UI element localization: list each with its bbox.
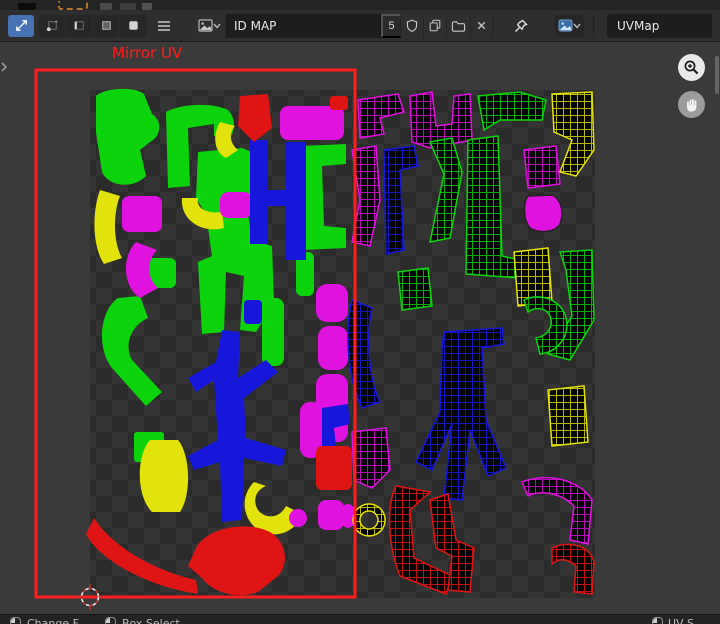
vertex-select-icon <box>46 20 57 32</box>
user-count-button[interactable]: 5 <box>381 13 401 38</box>
zoom-in-button[interactable] <box>678 54 705 81</box>
status-hint-change-frame: Change F <box>27 617 79 624</box>
edge-select-button[interactable] <box>66 14 92 37</box>
mirror-uv-label: Mirror UV <box>112 44 183 62</box>
uvmap-name-field[interactable]: UVMap <box>607 13 712 38</box>
toolbar-fragment-icon <box>18 3 36 10</box>
mouse-middle-icon <box>651 617 663 624</box>
selection-mode-group <box>39 14 146 37</box>
image-datablock: ID MAP 5 <box>194 13 493 38</box>
hamburger-menu-icon <box>158 20 170 31</box>
mouse-drag-icon <box>104 617 116 624</box>
vertical-scrollbar[interactable] <box>715 56 719 94</box>
mouse-left-icon <box>10 617 21 624</box>
editor-menu-button[interactable] <box>151 15 177 37</box>
toolbar-fragment-icon <box>100 3 112 10</box>
close-icon <box>477 21 486 30</box>
status-bar: Change F Box Select UV S <box>0 614 720 624</box>
unlink-image-button[interactable] <box>471 13 493 38</box>
island-select-icon <box>128 21 138 30</box>
blender-uv-editor-window: Mirror UV ID MAP 5 UVMap Change F Box Se… <box>0 0 720 624</box>
image-browse-button[interactable] <box>194 13 226 38</box>
hand-icon <box>687 99 697 112</box>
pin-image-button[interactable] <box>508 15 534 37</box>
image-settings-icon <box>558 19 573 32</box>
duplicate-icon <box>429 19 441 32</box>
toolbar-fragment-icon <box>120 3 136 10</box>
magnifier-plus-icon <box>684 60 699 75</box>
pin-icon <box>515 19 528 32</box>
header-separator <box>593 13 594 38</box>
uv-editor-canvas[interactable] <box>0 0 720 624</box>
chevron-down-icon <box>213 23 221 29</box>
uv-sync-select-toggle[interactable] <box>8 14 34 37</box>
image-settings-dropdown[interactable] <box>555 14 584 37</box>
toolbar-fragment-icon <box>142 3 152 10</box>
edge-select-icon <box>74 21 84 30</box>
face-select-button[interactable] <box>93 14 119 37</box>
vertex-select-button[interactable] <box>39 14 65 37</box>
toolbar-fragment-dashed-icon <box>58 1 88 10</box>
image-icon <box>198 19 213 32</box>
island-select-button[interactable] <box>120 14 146 37</box>
fake-user-button[interactable] <box>401 13 424 38</box>
duplicate-image-button[interactable] <box>424 13 447 38</box>
shield-icon <box>406 19 418 32</box>
uv-editor-header: ID MAP 5 UVMap <box>0 10 720 42</box>
status-hint-box-select: Box Select <box>121 617 180 624</box>
pan-view-button[interactable] <box>678 91 705 118</box>
image-name-field[interactable]: ID MAP <box>226 13 381 38</box>
uv-sync-icon <box>15 20 27 31</box>
status-right-hint: UV S <box>651 617 694 624</box>
chevron-down-icon <box>573 23 581 29</box>
clipped-toolbar-strip <box>0 0 720 10</box>
folder-icon <box>451 20 466 32</box>
open-image-button[interactable] <box>447 13 471 38</box>
face-select-icon <box>101 21 111 30</box>
toolbar-expand-arrow[interactable] <box>0 58 8 77</box>
